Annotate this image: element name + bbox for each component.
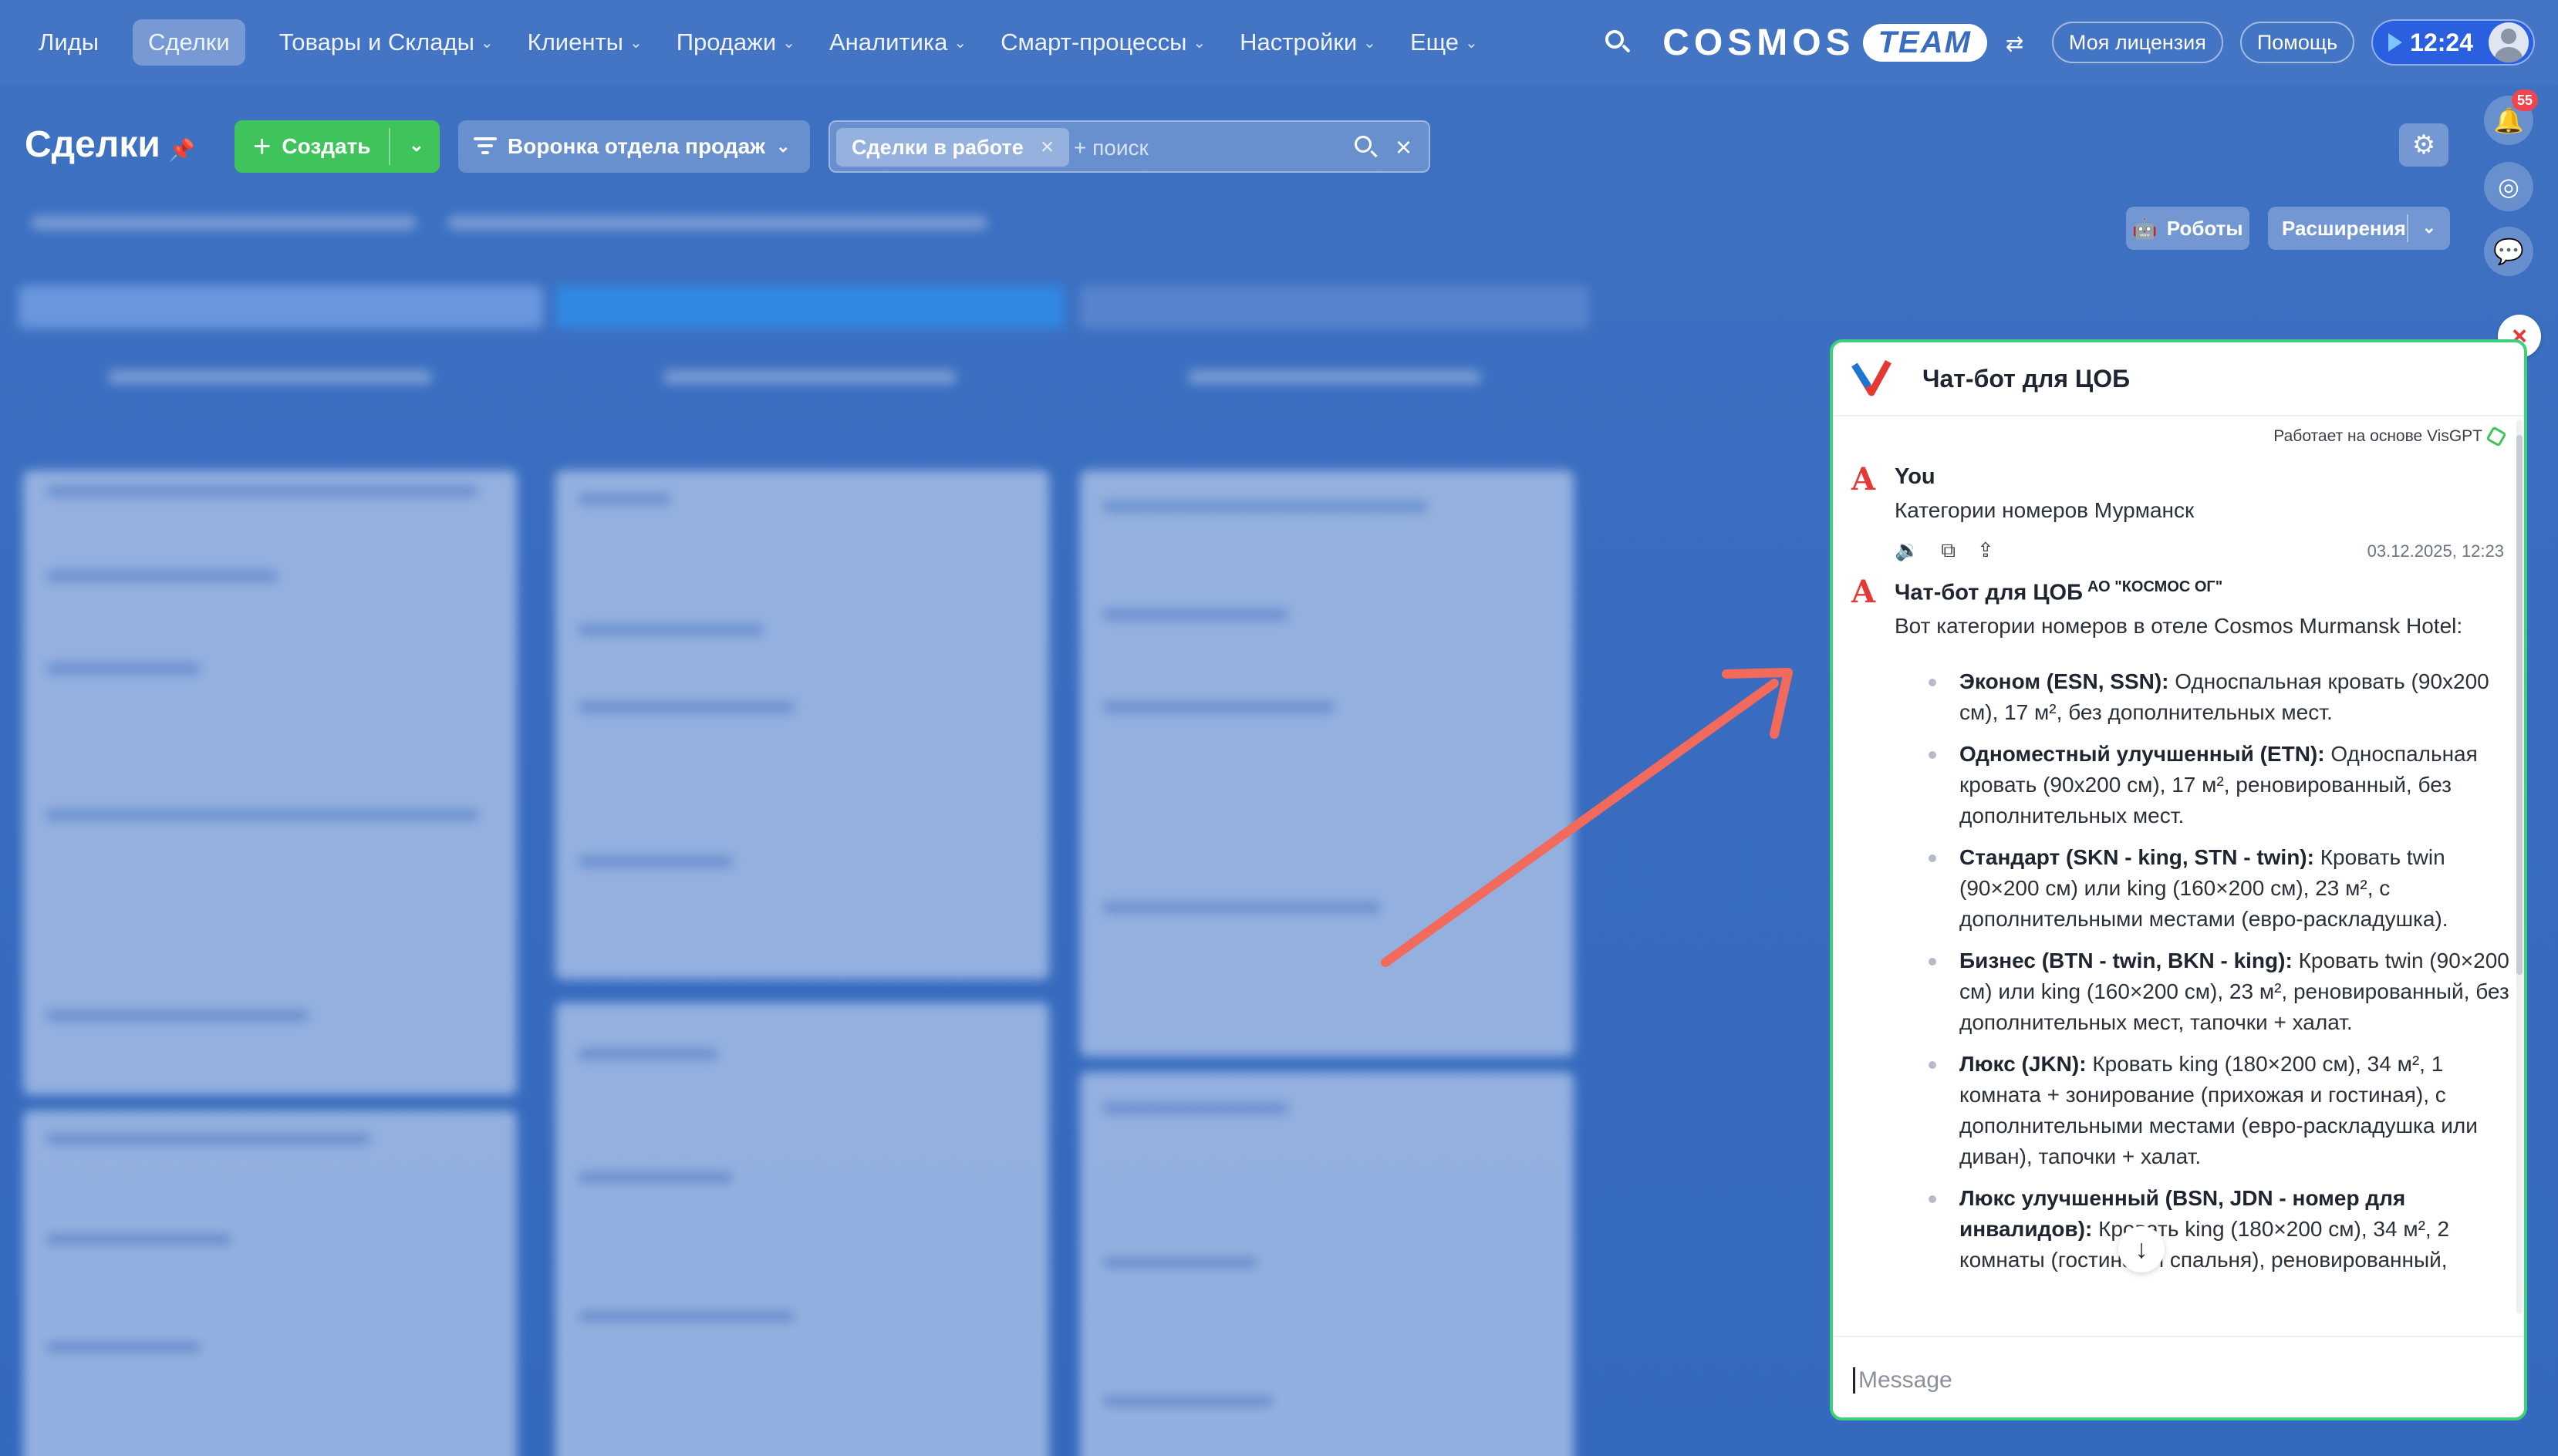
kanban-board-blurred [0, 193, 1620, 1456]
nav-item-1[interactable]: Сделки [133, 19, 245, 66]
chat-title: Чат-бот для ЦОБ [1922, 364, 2131, 393]
user-avatar-icon: A [1851, 461, 1876, 497]
nav-item-7[interactable]: Настройки ⌄ [1240, 29, 1376, 56]
bot-avatar-icon: A [1851, 574, 1876, 610]
list-item-title: Бизнес (BTN - twin, BKN - king): [1959, 949, 2293, 972]
message-tools: 🔉 ⧉ ⇪ [1895, 538, 1994, 563]
target-icon[interactable]: ◎ [2484, 162, 2533, 211]
speaker-icon[interactable]: 🔉 [1895, 538, 1919, 563]
chat-input-area [1833, 1336, 2524, 1417]
search-icon[interactable] [1604, 29, 1632, 56]
chevron-down-icon: ⌄ [1193, 34, 1206, 52]
powered-by: Работает на основе VisGPT [2273, 426, 2507, 447]
search-input[interactable]: + поиск [1074, 136, 1149, 160]
list-item: Люкс улучшенный (BSN, JDN - номер для ин… [1922, 1183, 2516, 1276]
copy-icon[interactable]: ⧉ [1941, 538, 1956, 563]
clear-filter-icon[interactable]: × [1395, 131, 1412, 163]
nav-item-label: Аналитика [828, 29, 948, 56]
chevron-down-icon: ⌄ [480, 34, 494, 52]
user-message: Категории номеров Мурманск [1895, 498, 2195, 522]
swap-icon[interactable]: ⇄ [2006, 31, 2029, 56]
visgpt-icon [2485, 426, 2507, 447]
top-navigation: Лиды Сделки Товары и Склады ⌄ Клиенты ⌄ Продаж… [0, 0, 2558, 85]
funnel-label: Воронка отдела продаж [508, 134, 765, 158]
message-timestamp: 03.12.2025, 12:23 [2367, 541, 2504, 561]
nav-item-2[interactable]: Товары и Склады ⌄ [279, 29, 494, 56]
bot-name: Чат-бот для ЦОБ АО "КОСМОС ОГ" [1895, 578, 2223, 605]
funnel-selector[interactable]: Воронка отдела продаж ⌄ [458, 120, 810, 173]
chevron-down-icon: ⌄ [776, 136, 791, 156]
room-category-list: Эконом (ESN, SSN): Односпальная кровать … [1922, 666, 2516, 1286]
nav-item-label: Лиды [39, 29, 100, 56]
chevron-down-icon[interactable]: ⌄ [409, 134, 424, 157]
nav-item-label: Сделки [148, 29, 230, 56]
filter-search-bar[interactable]: Сделки в работе × + поиск × [828, 120, 1430, 173]
share-icon[interactable]: ⇪ [1977, 538, 1994, 563]
notification-badge: 55 [2512, 89, 2538, 111]
robots-label: Роботы [2166, 216, 2243, 240]
list-item: Бизнес (BTN - twin, BKN - king): Кровать… [1922, 945, 2516, 1038]
company-logo[interactable]: COSMOS TEAM [1662, 22, 1987, 64]
list-item-title: Эконом (ESN, SSN): [1959, 669, 2169, 693]
nav-menu: Лиды Сделки Товары и Склады ⌄ Клиенты ⌄ Продаж… [39, 19, 1512, 66]
nav-item-5[interactable]: Аналитика ⌄ [829, 29, 967, 56]
worktime-button[interactable]: 12:24 [2371, 19, 2535, 66]
message-input[interactable] [1853, 1367, 2470, 1394]
nav-item-label: Клиенты [527, 29, 623, 56]
chevron-down-icon: ⌄ [1465, 34, 1478, 52]
scroll-down-button[interactable]: ↓ [2118, 1226, 2165, 1272]
my-license-button[interactable]: Моя лицензия [2051, 22, 2223, 63]
nav-item-4[interactable]: Продажи ⌄ [677, 29, 795, 56]
pin-icon[interactable]: 📌 [168, 137, 195, 163]
page-title: Сделки [25, 124, 160, 165]
nav-item-label: Смарт-процессы [1001, 29, 1187, 56]
nav-item-6[interactable]: Смарт-процессы ⌄ [1001, 29, 1206, 56]
list-item: Люкс (JKN): Кровать king (180×200 см), 3… [1922, 1049, 2516, 1172]
create-label: Создать [282, 134, 371, 158]
chat-icon[interactable]: 💬 [2484, 227, 2533, 276]
chevron-down-icon: ⌄ [782, 34, 795, 52]
bot-org: АО "КОСМОС ОГ" [2087, 578, 2223, 595]
chevron-down-icon: ⌄ [629, 34, 643, 52]
nav-item-3[interactable]: Клиенты ⌄ [528, 29, 643, 56]
list-item: Одноместный улучшенный (ETN): Односпальн… [1922, 739, 2516, 831]
chevron-down-icon: ⌄ [1363, 34, 1376, 52]
list-item-title: Стандарт (SKN - king, STN - twin): [1959, 845, 2314, 869]
nav-item-label: Еще [1409, 29, 1460, 56]
chatbot-panel: Чат-бот для ЦОБ Работает на основе VisGP… [1830, 339, 2527, 1421]
create-deal-button[interactable]: + Создать ⌄ [235, 120, 440, 173]
worktime-value: 12:24 [2410, 28, 2473, 56]
chat-scrollbar[interactable] [2516, 420, 2523, 1314]
chat-header: Чат-бот для ЦОБ [1833, 342, 2524, 416]
chevron-down-icon[interactable]: ⌄ [2422, 217, 2436, 238]
list-item-title: Одноместный улучшенный (ETN): [1959, 742, 2325, 766]
extensions-button[interactable]: Расширения ⌄ [2268, 207, 2450, 250]
nav-item-8[interactable]: Еще ⌄ [1410, 29, 1478, 56]
filter-chip-label: Сделки в работе [852, 135, 1024, 159]
remove-filter-icon[interactable]: × [1041, 134, 1055, 160]
filter-chip[interactable]: Сделки в работе × [836, 128, 1070, 167]
bot-logo-icon [1851, 359, 1892, 396]
funnel-icon [474, 137, 497, 156]
avatar[interactable] [2489, 22, 2529, 62]
nav-item-0[interactable]: Лиды [39, 29, 99, 56]
list-item: Эконом (ESN, SSN): Односпальная кровать … [1922, 666, 2516, 728]
list-item-title: Люкс (JKN): [1959, 1052, 2087, 1076]
help-button[interactable]: Помощь [2239, 22, 2355, 63]
user-name: You [1895, 464, 1935, 489]
play-icon [2388, 33, 2403, 52]
nav-item-label: Товары и Склады [278, 29, 474, 56]
plus-icon: + [253, 129, 272, 163]
list-item: Стандарт (SKN - king, STN - twin): Крова… [1922, 842, 2516, 935]
chevron-down-icon: ⌄ [953, 34, 967, 52]
gear-icon[interactable]: ⚙ [2399, 123, 2448, 167]
nav-item-label: Продажи [676, 29, 777, 56]
extensions-label: Расширения [2282, 216, 2406, 240]
bot-intro: Вот категории номеров в отеле Cosmos Mur… [1895, 614, 2463, 638]
search-icon[interactable] [1355, 136, 1378, 159]
robots-button[interactable]: 🤖 Роботы [2126, 207, 2249, 250]
nav-right: COSMOS TEAM ⇄ Моя лицензия Помощь 12:24 [1604, 19, 2535, 66]
nav-item-label: Настройки [1240, 29, 1358, 56]
robot-icon: 🤖 [2132, 216, 2158, 240]
